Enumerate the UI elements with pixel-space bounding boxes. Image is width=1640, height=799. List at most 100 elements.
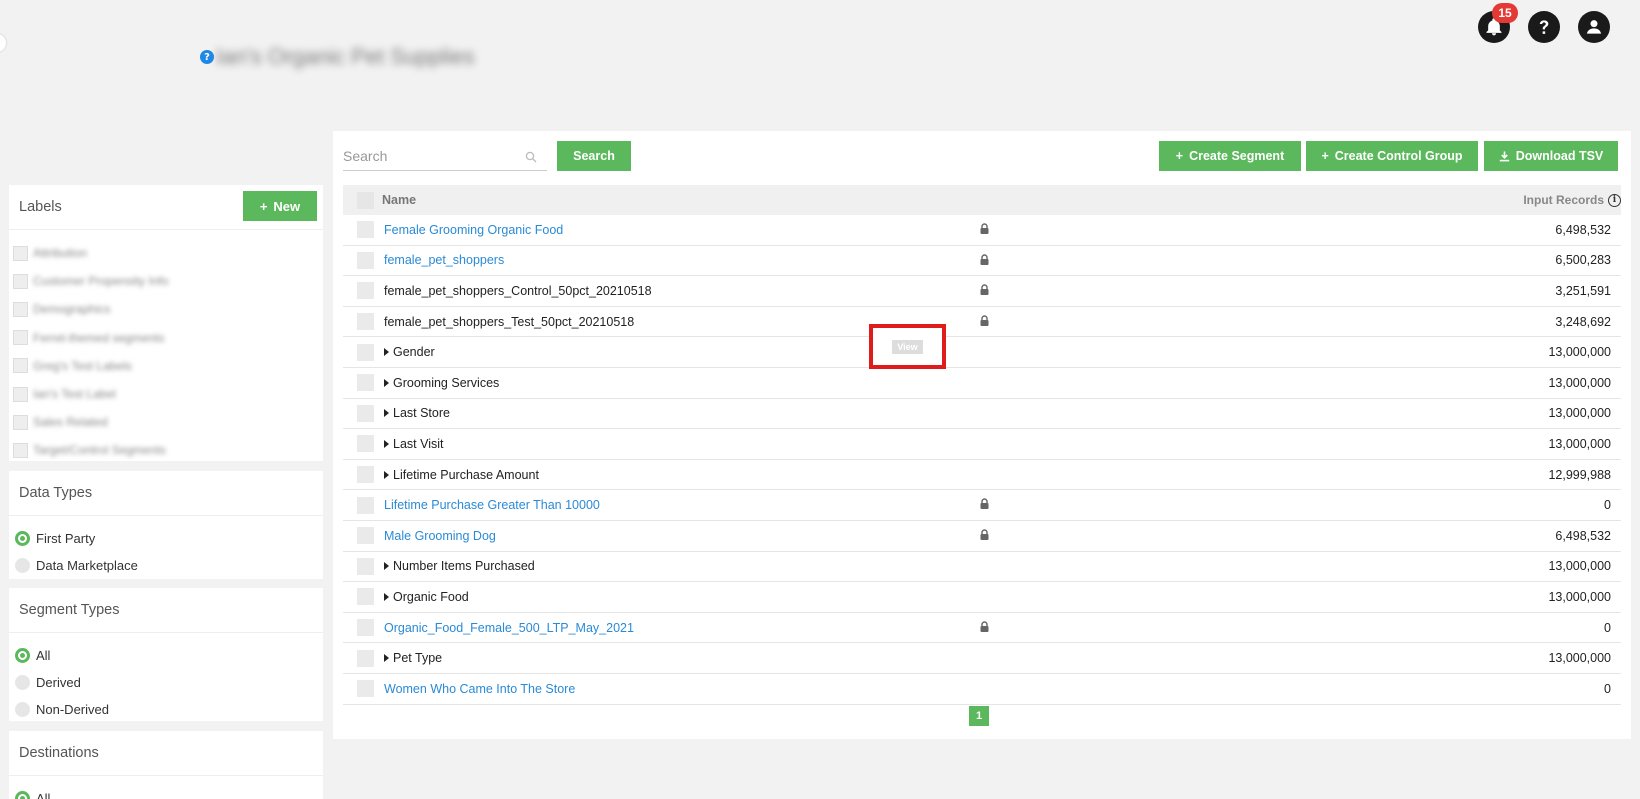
lock-icon xyxy=(980,253,989,265)
label-checkbox[interactable] xyxy=(13,414,28,430)
row-checkbox[interactable] xyxy=(357,557,374,575)
row-checkbox[interactable] xyxy=(357,588,374,606)
segment-type-option[interactable]: All xyxy=(15,642,317,669)
segment-name[interactable]: Last Visit xyxy=(393,437,444,451)
row-checkbox[interactable] xyxy=(357,282,374,300)
help-icon xyxy=(1539,20,1549,34)
row-checkbox[interactable] xyxy=(357,496,374,514)
user-icon xyxy=(1586,20,1602,34)
row-checkbox[interactable] xyxy=(357,649,374,667)
label-checkbox[interactable] xyxy=(13,386,28,402)
pagination-page-1[interactable]: 1 xyxy=(969,706,989,726)
sidebar-toggle-tab[interactable] xyxy=(0,34,6,52)
input-records-value: 0 xyxy=(1604,498,1611,513)
row-checkbox[interactable] xyxy=(357,466,374,484)
destination-option[interactable]: All xyxy=(15,785,317,799)
info-icon[interactable]: i xyxy=(1608,193,1621,207)
label-checkbox[interactable] xyxy=(13,301,28,317)
label-checkbox[interactable] xyxy=(13,358,28,374)
download-tsv-text: Download TSV xyxy=(1515,149,1604,163)
segment-name[interactable]: Gender xyxy=(393,345,435,359)
search-button[interactable]: Search xyxy=(557,141,631,171)
segment-name[interactable]: Lifetime Purchase Greater Than 10000 xyxy=(384,498,600,512)
row-checkbox[interactable] xyxy=(357,435,374,453)
create-control-group-button[interactable]: + Create Control Group xyxy=(1306,141,1478,171)
segment-types-title: Segment Types xyxy=(9,588,323,633)
destinations-title: Destinations xyxy=(9,731,323,776)
label-checkbox[interactable] xyxy=(13,273,28,289)
view-highlight-box: View xyxy=(869,324,946,369)
label-item[interactable]: Demographics xyxy=(13,295,319,323)
label-item-text: Greg's Test Labels xyxy=(33,358,132,373)
label-item[interactable]: Ferret-themed segments xyxy=(13,324,319,352)
column-header-name[interactable]: Name xyxy=(382,193,416,207)
row-checkbox[interactable] xyxy=(357,221,374,239)
radio-button[interactable] xyxy=(15,648,30,663)
data-type-option[interactable]: Data Marketplace xyxy=(15,552,317,579)
view-button[interactable]: View xyxy=(892,339,923,354)
select-all-checkbox[interactable] xyxy=(357,191,374,209)
expand-caret-icon[interactable] xyxy=(384,409,389,418)
expand-caret-icon[interactable] xyxy=(384,470,389,479)
label-item[interactable]: Ian's Test Label xyxy=(13,380,319,408)
segment-name[interactable]: Number Items Purchased xyxy=(393,559,535,573)
segment-types-panel: Segment Types All Derived Non-Derived xyxy=(9,588,323,721)
label-item[interactable]: Greg's Test Labels xyxy=(13,352,319,380)
label-item[interactable]: Sales Related xyxy=(13,408,319,436)
row-checkbox[interactable] xyxy=(357,404,374,422)
search-input[interactable] xyxy=(343,147,523,164)
segment-name[interactable]: female_pet_shoppers xyxy=(384,253,504,267)
expand-caret-icon[interactable] xyxy=(384,348,389,357)
help-button[interactable] xyxy=(1528,11,1560,43)
row-checkbox[interactable] xyxy=(357,343,374,361)
label-checkbox[interactable] xyxy=(13,245,28,261)
radio-label: All xyxy=(36,791,51,799)
radio-button[interactable] xyxy=(15,702,30,717)
segment-name[interactable]: Organic Food xyxy=(393,590,469,604)
segment-name[interactable]: Last Store xyxy=(393,406,450,420)
label-checkbox[interactable] xyxy=(13,442,28,458)
column-header-input-records[interactable]: Input Records i xyxy=(1523,185,1621,215)
row-checkbox[interactable] xyxy=(357,527,374,545)
data-type-option[interactable]: First Party xyxy=(15,525,317,552)
download-icon xyxy=(1499,151,1509,161)
expand-caret-icon[interactable] xyxy=(384,592,389,601)
account-button[interactable] xyxy=(1578,11,1610,43)
segment-name[interactable]: Female Grooming Organic Food xyxy=(384,223,563,237)
input-records-value: 6,498,532 xyxy=(1555,222,1611,237)
new-label-button[interactable]: + New xyxy=(243,191,317,221)
expand-caret-icon[interactable] xyxy=(384,439,389,448)
expand-caret-icon[interactable] xyxy=(384,562,389,571)
create-segment-button[interactable]: + Create Segment xyxy=(1159,141,1301,171)
row-checkbox[interactable] xyxy=(357,313,374,331)
label-checkbox[interactable] xyxy=(13,330,28,346)
org-help-icon[interactable]: ? xyxy=(200,50,214,64)
row-checkbox[interactable] xyxy=(357,680,374,698)
label-item[interactable]: Attribution xyxy=(13,239,319,267)
table-row: Organic_Food_Female_500_LTP_May_2021 0 xyxy=(343,613,1621,644)
segment-name[interactable]: Grooming Services xyxy=(393,376,499,390)
label-item[interactable]: Customer Propensity Info xyxy=(13,267,319,295)
radio-button[interactable] xyxy=(15,675,30,690)
org-name: Ian's Organic Pet Supplies xyxy=(216,44,475,69)
label-item[interactable]: Target/Control Segments xyxy=(13,436,319,464)
segment-name[interactable]: Male Grooming Dog xyxy=(384,529,496,543)
radio-button[interactable] xyxy=(15,791,30,799)
row-checkbox[interactable] xyxy=(357,374,374,392)
search-icon xyxy=(525,151,537,163)
segment-type-option[interactable]: Derived xyxy=(15,669,317,696)
expand-caret-icon[interactable] xyxy=(384,654,389,663)
segment-name[interactable]: Pet Type xyxy=(393,651,442,665)
segment-name[interactable]: Organic_Food_Female_500_LTP_May_2021 xyxy=(384,621,634,635)
expand-caret-icon[interactable] xyxy=(384,378,389,387)
download-tsv-button[interactable]: Download TSV xyxy=(1484,141,1618,171)
radio-button[interactable] xyxy=(15,531,30,546)
notifications-button[interactable]: 15 xyxy=(1478,3,1518,43)
segment-type-option[interactable]: Non-Derived xyxy=(15,696,317,723)
data-types-panel: Data Types First Party Data Marketplace xyxy=(9,471,323,579)
radio-button[interactable] xyxy=(15,558,30,573)
row-checkbox[interactable] xyxy=(357,251,374,269)
segment-name[interactable]: Lifetime Purchase Amount xyxy=(393,468,539,482)
segment-name[interactable]: Women Who Came Into The Store xyxy=(384,682,575,696)
row-checkbox[interactable] xyxy=(357,619,374,637)
